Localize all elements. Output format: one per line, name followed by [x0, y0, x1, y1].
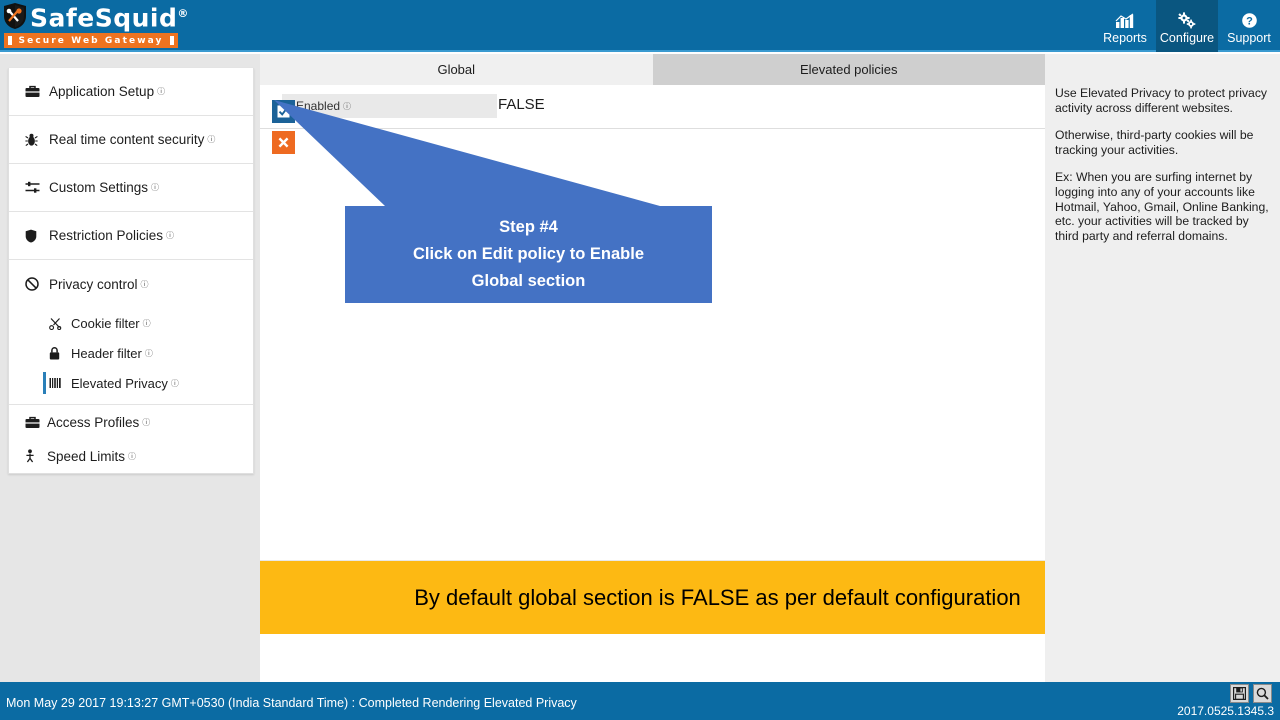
briefcase-icon [25, 416, 43, 429]
app-header: SafeSquid® Secure Web Gateway Reports Co… [0, 0, 1280, 52]
sidebar-item-speed-limits[interactable]: Speed Limits ⓘ [9, 439, 253, 473]
close-icon [278, 137, 289, 148]
sidebar-label-header-filter: Header filter [71, 345, 142, 361]
tab-bar: Global Elevated policies [260, 54, 1045, 85]
shield-logo-icon [2, 2, 28, 30]
enabled-field-label: Enabled ⓘ [282, 94, 497, 118]
nav-item-reports[interactable]: Reports [1094, 0, 1156, 52]
info-icon[interactable]: ⓘ [166, 230, 174, 241]
search-icon[interactable] [1253, 684, 1272, 703]
version-label: 2017.0525.1345.3 [1177, 704, 1274, 718]
tab-elevated-policies[interactable]: Elevated policies [652, 54, 1045, 85]
app-root: SafeSquid® Secure Web Gateway Reports Co… [0, 0, 1280, 720]
tagline-cap-right [170, 36, 174, 45]
tab-label-elevated-policies: Elevated policies [799, 62, 898, 77]
edit-policy-button[interactable] [272, 100, 295, 123]
callout-line-2: Click on Edit policy to Enable [412, 245, 645, 263]
nav-item-support[interactable]: ? Support [1218, 0, 1280, 52]
sidebar-item-real-time-content-security[interactable]: Real time content security ⓘ [9, 116, 253, 164]
help-paragraph-3: Ex: When you are surfing internet by log… [1055, 170, 1269, 243]
gears-icon [1177, 11, 1197, 29]
barcode-icon [49, 377, 67, 389]
save-icon[interactable] [1230, 684, 1249, 703]
sidebar-label-restriction-policies: Restriction Policies [49, 228, 164, 243]
scissors-icon [49, 317, 67, 330]
info-icon[interactable]: ⓘ [343, 101, 351, 112]
nav-item-configure[interactable]: Configure [1156, 0, 1218, 52]
tagline-cap-left [8, 36, 12, 45]
sidebar-item-privacy-control[interactable]: Privacy control ⓘ [9, 260, 253, 308]
info-icon[interactable]: ⓘ [157, 86, 165, 97]
tab-global[interactable]: Global [260, 54, 653, 85]
tab-label-global: Global [437, 62, 476, 77]
enabled-field-row: Enabled ⓘ FALSE [260, 94, 1045, 129]
sidebar: Application Setup ⓘ Real time content se… [8, 68, 254, 474]
callout-line-3: Global section [471, 272, 586, 290]
status-message: Mon May 29 2017 19:13:27 GMT+0530 (India… [6, 696, 577, 710]
nav-label-reports: Reports [1103, 31, 1147, 45]
main-content: Global Elevated policies Enabled ⓘ FALSE [260, 54, 1175, 682]
delete-policy-button[interactable] [272, 131, 295, 154]
briefcase-icon [25, 85, 45, 98]
logo-top: SafeSquid® [0, 1, 188, 32]
enabled-label-text: Enabled [296, 99, 341, 113]
shield-icon [25, 229, 45, 243]
sidebar-label-cookie-filter: Cookie filter [71, 315, 140, 331]
logo-name: SafeSquid [30, 3, 178, 33]
sidebar-item-custom-settings[interactable]: Custom Settings ⓘ [9, 164, 253, 212]
info-icon[interactable]: ⓘ [141, 279, 149, 290]
sidebar-label-application-setup: Application Setup [49, 84, 155, 99]
info-icon[interactable]: ⓘ [143, 318, 151, 329]
sidebar-label-elevated-privacy: Elevated Privacy [71, 375, 168, 391]
sidebar-label-access-profiles: Access Profiles [47, 414, 140, 430]
sidebar-label-privacy-control: Privacy control [49, 276, 138, 292]
info-icon[interactable]: ⓘ [145, 348, 153, 359]
status-bar: Mon May 29 2017 19:13:27 GMT+0530 (India… [0, 682, 1280, 720]
sidebar-label-custom-settings: Custom Settings [49, 180, 149, 195]
info-icon[interactable]: ⓘ [207, 134, 215, 145]
info-icon[interactable]: ⓘ [142, 417, 150, 428]
info-icon[interactable]: ⓘ [151, 182, 159, 193]
callout-step-4: Step #4 Click on Edit policy to Enable G… [345, 206, 712, 303]
info-icon[interactable]: ⓘ [128, 451, 136, 462]
logo-tagline: Secure Web Gateway [18, 35, 164, 46]
top-navigation: Reports Configure ? Support [1094, 0, 1280, 52]
logo-tagline-bar: Secure Web Gateway [4, 33, 178, 48]
checkbox-checked-icon [276, 104, 291, 119]
sidebar-item-header-filter[interactable]: Header filter ⓘ [9, 338, 253, 368]
sidebar-item-access-profiles[interactable]: Access Profiles ⓘ [9, 405, 253, 439]
svg-text:?: ? [1246, 16, 1253, 28]
logo[interactable]: SafeSquid® Secure Web Gateway [0, 0, 188, 52]
status-bar-actions [1230, 684, 1272, 703]
chart-icon [1115, 11, 1135, 29]
bug-icon [25, 133, 45, 147]
sidebar-label-speed-limits: Speed Limits [47, 448, 126, 464]
sidebar-item-application-setup[interactable]: Application Setup ⓘ [9, 68, 253, 116]
logo-registered: ® [177, 7, 189, 21]
sidebar-label-real-time-content-security: Real time content security [49, 132, 205, 147]
callout-line-1: Step #4 [499, 218, 558, 236]
sidebar-item-restriction-policies[interactable]: Restriction Policies ⓘ [9, 212, 253, 260]
sidebar-item-elevated-privacy[interactable]: Elevated Privacy ⓘ [9, 368, 253, 398]
logo-wordmark: SafeSquid® [30, 0, 189, 33]
help-paragraph-1: Use Elevated Privacy to protect privacy … [1055, 86, 1268, 115]
nav-label-support: Support [1227, 31, 1271, 45]
lock-icon [49, 346, 67, 360]
info-banner-text: By default global section is FALSE as pe… [414, 584, 1021, 610]
help-circle-icon: ? [1241, 11, 1258, 29]
info-icon[interactable]: ⓘ [171, 378, 179, 389]
ban-icon [25, 277, 45, 291]
sliders-icon [25, 181, 45, 194]
active-item-marker [43, 372, 46, 394]
info-banner: By default global section is FALSE as pe… [260, 560, 1175, 634]
enabled-field-value: FALSE [498, 96, 545, 113]
person-icon [25, 449, 43, 463]
sidebar-item-cookie-filter[interactable]: Cookie filter ⓘ [9, 308, 253, 338]
nav-label-configure: Configure [1159, 31, 1215, 45]
help-panel: Use Elevated Privacy to protect privacy … [1045, 54, 1280, 682]
help-paragraph-2: Otherwise, third-party cookies will be t… [1055, 128, 1254, 157]
sidebar-group-privacy-control: Privacy control ⓘ Cookie filter ⓘ Header… [9, 260, 253, 405]
